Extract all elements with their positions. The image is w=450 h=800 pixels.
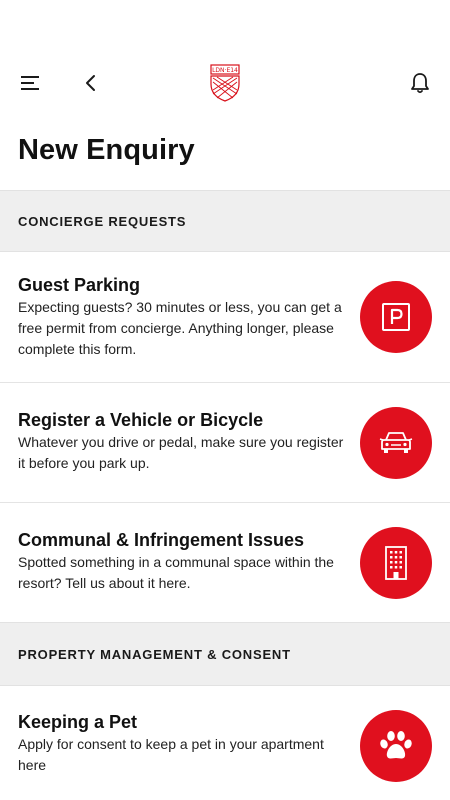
item-title: Communal & Infringement Issues	[18, 530, 305, 550]
item-description: Expecting guests? 30 minutes or less, yo…	[18, 299, 342, 357]
section-header-property-management: PROPERTY MANAGEMENT & CONSENT	[0, 622, 450, 686]
building-icon[interactable]	[360, 527, 432, 599]
menu-icon[interactable]	[18, 70, 44, 96]
item-description: Whatever you drive or pedal, make sure y…	[18, 434, 344, 471]
section-header-label: CONCIERGE REQUESTS	[18, 213, 187, 229]
svg-text:LDN·E14: LDN·E14	[212, 67, 238, 74]
bell-icon[interactable]	[406, 69, 434, 97]
item-description: Apply for consent to keep a pet in your …	[18, 736, 324, 773]
list-item-keeping-pet[interactable]: Keeping a Pet Apply for consent to keep …	[0, 686, 450, 800]
paw-icon[interactable]	[360, 710, 432, 782]
item-description: Spotted something in a communal space wi…	[18, 554, 334, 591]
list-item-guest-parking[interactable]: Guest Parking Expecting guests? 30 minut…	[0, 252, 450, 383]
car-icon[interactable]	[360, 407, 432, 479]
brand-logo: LDN·E14	[209, 64, 241, 102]
parking-icon[interactable]	[360, 281, 432, 353]
list-item-communal-issues[interactable]: Communal & Infringement Issues Spotted s…	[0, 503, 450, 622]
top-bar: LDN·E14	[0, 0, 450, 120]
section-header-concierge: CONCIERGE REQUESTS	[0, 190, 450, 252]
item-title: Keeping a Pet	[18, 712, 138, 732]
section-header-label: PROPERTY MANAGEMENT & CONSENT	[18, 646, 291, 662]
list-item-register-vehicle[interactable]: Register a Vehicle or Bicycle Whatever y…	[0, 383, 450, 503]
item-title: Guest Parking	[18, 275, 141, 295]
page-title: New Enquiry	[18, 134, 195, 166]
chevron-left-icon[interactable]	[78, 70, 104, 96]
item-title: Register a Vehicle or Bicycle	[18, 410, 264, 430]
